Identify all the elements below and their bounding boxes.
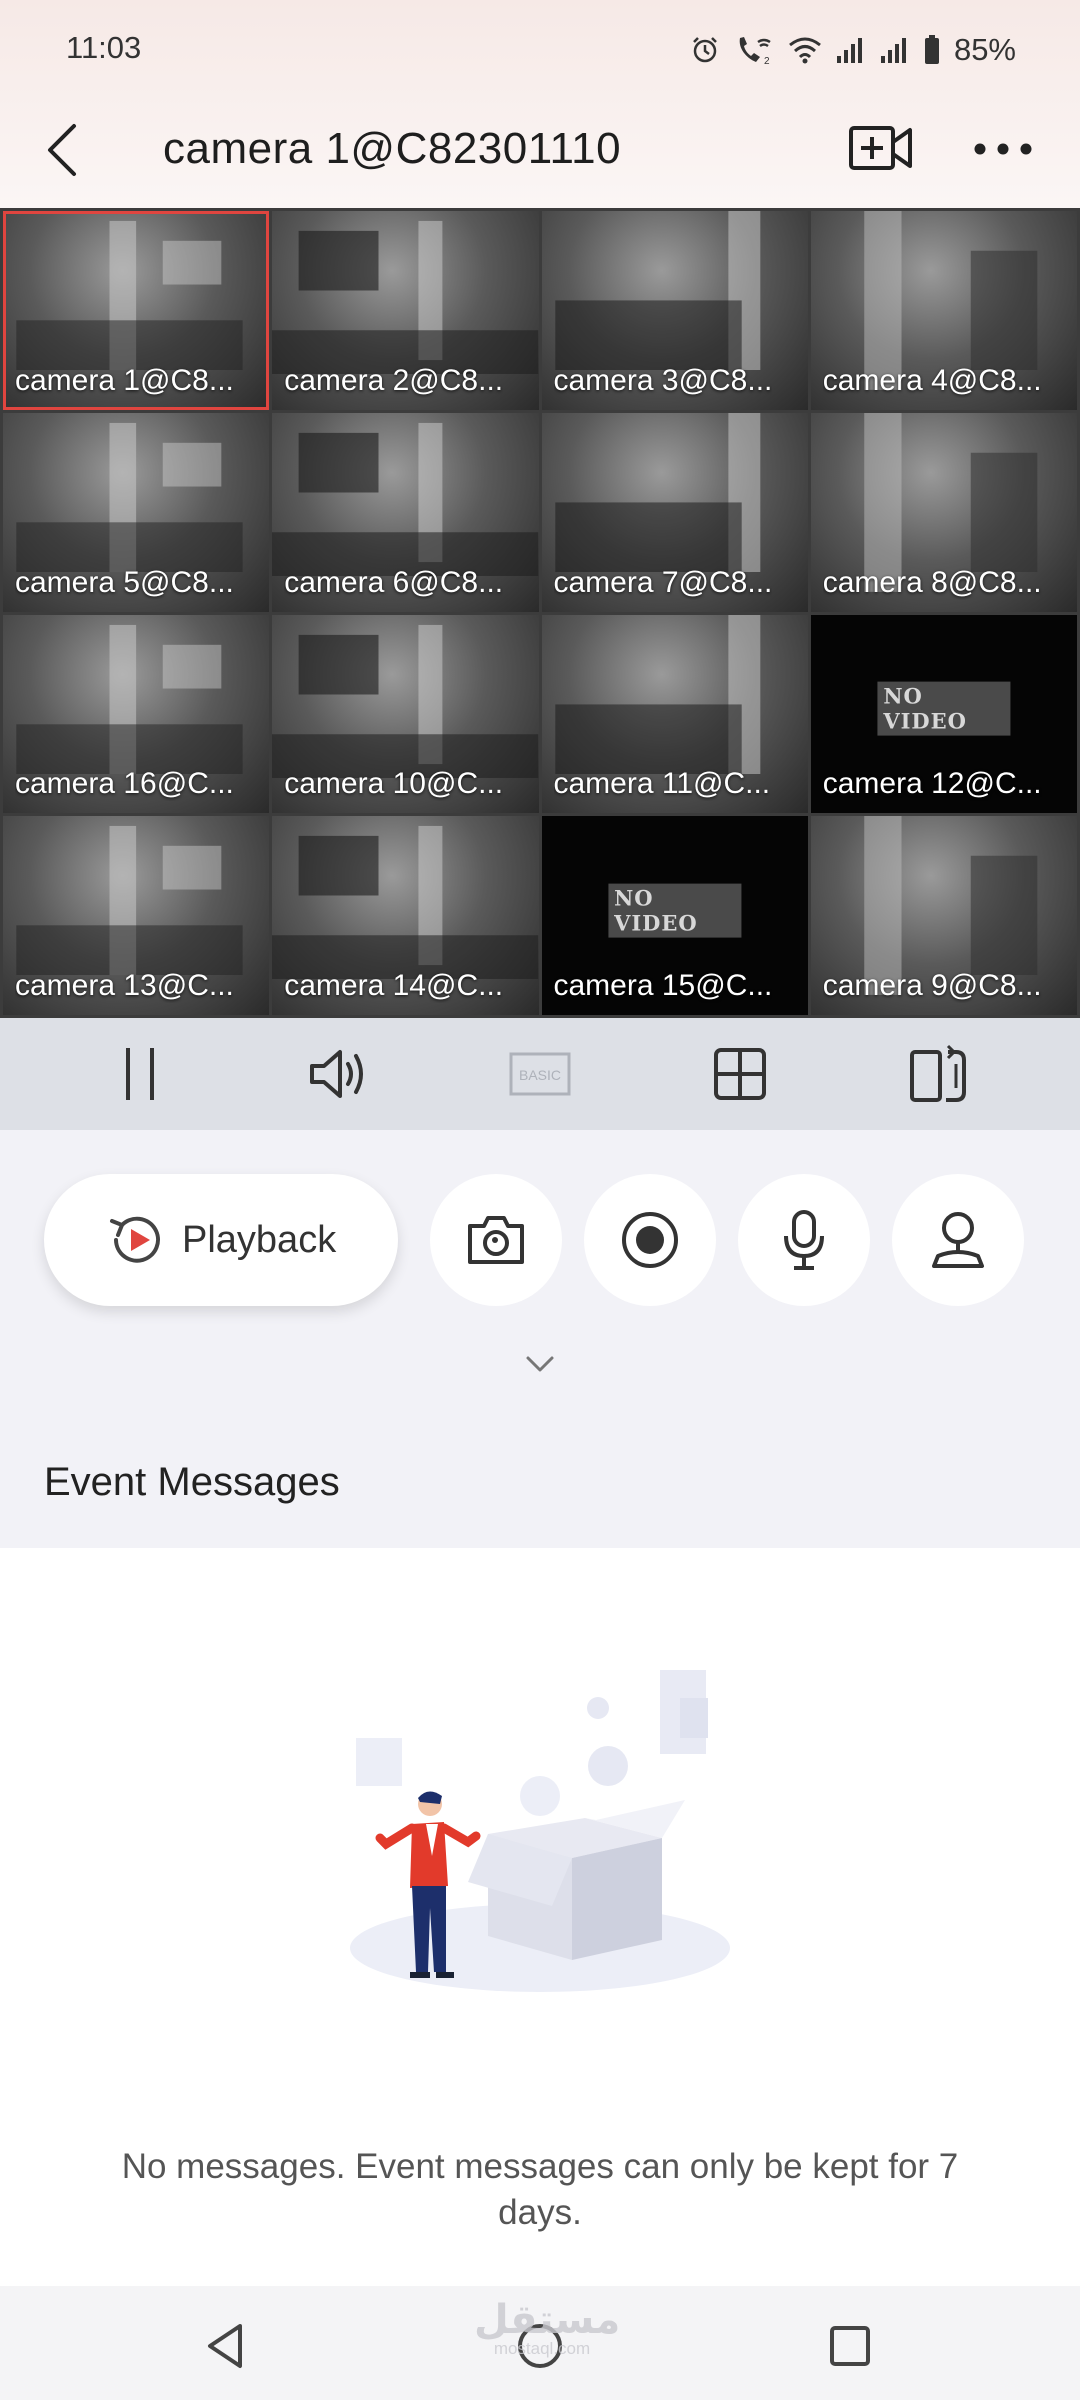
svg-text:2: 2 <box>764 56 770 66</box>
battery-percent: 85% <box>953 32 1016 67</box>
camera-label: camera 10@C... <box>284 767 504 801</box>
snapshot-button[interactable] <box>430 1174 562 1306</box>
camera-tile[interactable]: camera 14@C... <box>272 816 539 1015</box>
camera-tile[interactable]: NO VIDEO camera 12@C... <box>810 614 1077 814</box>
signal-icon <box>880 38 906 63</box>
camera-label: camera 15@C... <box>553 969 773 1002</box>
no-video-overlay: NO VIDEO <box>608 883 742 938</box>
back-chevron-icon <box>48 124 76 176</box>
title-bar: camera 1@C82301110 <box>0 100 1080 208</box>
record-icon <box>622 1212 678 1268</box>
chevron-down-icon <box>526 1356 554 1372</box>
rotate-screen-icon <box>910 1044 966 1102</box>
camera-tile[interactable]: camera 13@C... <box>3 816 270 1015</box>
camera-label: camera 16@C... <box>15 767 234 801</box>
camera-tile[interactable]: camera 16@C... <box>3 614 270 814</box>
pause-icon <box>126 1048 154 1100</box>
status-bar: 11:03 2 85% <box>0 0 1080 100</box>
camera-label: camera 9@C8... <box>822 969 1042 1002</box>
more-button[interactable] <box>968 124 1038 174</box>
pause-button[interactable] <box>104 1038 176 1110</box>
camera-tile[interactable]: camera 11@C... <box>541 614 808 814</box>
top-header: 11:03 2 85% camera 1@C82301110 <box>0 0 1080 208</box>
camera-label: camera 6@C8... <box>284 565 504 599</box>
status-time: 11:03 <box>66 30 142 65</box>
camera-tile[interactable]: camera 10@C... <box>272 614 539 814</box>
quality-label: BASIC <box>519 1067 561 1083</box>
ptz-icon <box>932 1212 984 1268</box>
add-camera-button[interactable] <box>848 120 914 176</box>
camera-label: camera 8@C8... <box>822 565 1042 599</box>
battery-icon <box>924 35 939 64</box>
camera-label: camera 1@C8... <box>15 363 234 397</box>
camera-grid: camera 1@C8... camera 2@C8... camera 3@C8.… <box>0 208 1080 1018</box>
watermark-arabic: مستقل <box>474 2297 621 2343</box>
volume-icon <box>310 1050 363 1098</box>
watermark-latin: mostaql.com <box>493 2339 591 2358</box>
camera-label: camera 12@C... <box>822 767 1042 801</box>
live-control-toolbar: BASIC <box>0 1018 1080 1130</box>
nav-recents-button[interactable] <box>820 2316 880 2376</box>
camera-tile[interactable]: camera 2@C8... <box>272 211 539 410</box>
volume-button[interactable] <box>304 1038 376 1110</box>
quality-basic-button[interactable]: BASIC <box>504 1038 576 1110</box>
nav-back-button[interactable] <box>196 2316 256 2376</box>
camera-label: camera 14@C... <box>284 969 504 1002</box>
wifi-calling-icon: 2 <box>739 37 771 66</box>
camera-tile[interactable]: camera 8@C8... <box>810 412 1077 612</box>
camera-label: camera 11@C... <box>553 767 771 801</box>
empty-state-illustration <box>350 1670 730 1992</box>
no-video-overlay: NO VIDEO <box>877 681 1011 736</box>
ptz-button[interactable] <box>892 1174 1024 1306</box>
talk-button[interactable] <box>738 1174 870 1306</box>
record-button[interactable] <box>584 1174 716 1306</box>
layout-button[interactable] <box>704 1038 776 1110</box>
nav-recents-icon <box>830 2326 870 2366</box>
signal-icon <box>836 38 862 63</box>
more-dots-icon <box>974 143 1032 155</box>
microphone-icon <box>784 1210 824 1270</box>
rotate-screen-button[interactable] <box>904 1038 976 1110</box>
nav-back-icon <box>208 2324 242 2368</box>
wifi-icon <box>789 37 821 64</box>
page-title: camera 1@C82301110 <box>163 124 622 173</box>
camera-tile[interactable]: camera 3@C8... <box>541 211 808 410</box>
mostaql-watermark: مستقل mostaql.com <box>474 2297 621 2358</box>
camera-label: camera 7@C8... <box>553 565 773 599</box>
status-icons: 2 85% <box>690 30 1016 70</box>
camera-label: camera 2@C8... <box>284 363 504 397</box>
camera-tile[interactable]: camera 4@C8... <box>810 211 1077 410</box>
camera-tile[interactable]: camera 5@C8... <box>3 412 270 612</box>
camera-tile[interactable]: camera 9@C8... <box>810 816 1077 1015</box>
playback-label: Playback <box>182 1218 337 1261</box>
camera-label: camera 4@C8... <box>822 363 1042 397</box>
event-messages-title: Event Messages <box>44 1460 340 1504</box>
system-nav-bar: مستقل mostaql.com <box>0 2286 1080 2400</box>
camera-tile[interactable]: camera 1@C8... <box>3 211 270 410</box>
grid-layout-icon <box>714 1048 766 1100</box>
playback-icon <box>110 1216 160 1263</box>
camera-tile[interactable]: NO VIDEO camera 15@C... <box>541 816 808 1015</box>
camera-tile[interactable]: camera 6@C8... <box>272 412 539 612</box>
empty-state-message: No messages. Event messages can only be … <box>121 2147 959 2232</box>
playback-button[interactable]: Playback <box>44 1174 398 1306</box>
camera-label: camera 3@C8... <box>553 363 773 397</box>
camera-label: camera 5@C8... <box>15 565 234 599</box>
quality-badge: BASIC <box>509 1052 571 1096</box>
back-button[interactable] <box>36 114 92 186</box>
action-area: Playback Event Messages <box>0 1130 1080 1550</box>
camera-icon <box>468 1216 524 1264</box>
camera-label: camera 13@C... <box>15 969 234 1002</box>
alarm-icon <box>693 37 717 63</box>
add-camera-icon <box>849 126 912 170</box>
camera-tile[interactable]: camera 7@C8... <box>541 412 808 612</box>
expand-button[interactable] <box>522 1352 558 1376</box>
event-messages-panel: No messages. Event messages can only be … <box>0 1548 1080 2286</box>
